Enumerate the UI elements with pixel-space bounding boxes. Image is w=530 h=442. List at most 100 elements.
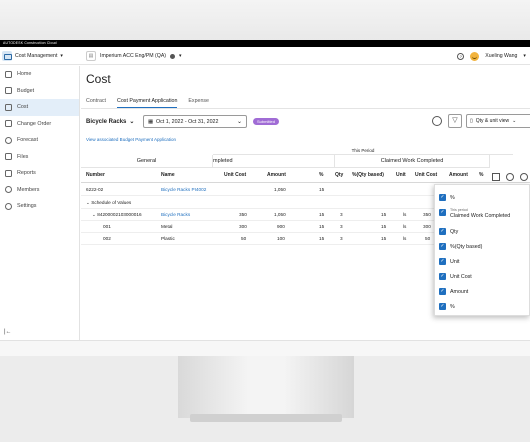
- contract-selector[interactable]: Bicycle Racks ⌄: [86, 115, 140, 128]
- check-circle-icon[interactable]: [506, 173, 514, 181]
- cost-icon: [5, 103, 12, 111]
- chevron-down-icon: ⌄: [512, 118, 517, 124]
- cell-percent: 15: [319, 187, 325, 192]
- settings-icon: [5, 202, 12, 210]
- tab-cost-payment-application[interactable]: Cost Payment Application: [117, 97, 178, 108]
- app-switcher-label: Cost Management: [15, 53, 58, 59]
- cell-qty: 3: [340, 236, 343, 241]
- budget-payment-link[interactable]: View associated Budget Payment Applicati…: [86, 137, 176, 142]
- checkbox-checked-icon[interactable]: ✓: [439, 194, 446, 201]
- sidebar-item-settings[interactable]: Settings: [0, 198, 79, 215]
- clock-icon[interactable]: [432, 116, 442, 126]
- column-header[interactable]: %: [479, 168, 483, 183]
- grid-actions: [492, 173, 528, 183]
- filter-button[interactable]: ▽: [448, 114, 462, 128]
- tab-expense[interactable]: Expense: [188, 97, 209, 108]
- tab-contract[interactable]: Contract: [86, 97, 106, 108]
- column-toggle-label: %(Qty based): [450, 243, 483, 250]
- checkbox-checked-icon[interactable]: ✓: [439, 243, 446, 250]
- calendar-icon: ▦: [148, 118, 154, 125]
- sidebar-item-home[interactable]: Home: [0, 66, 79, 83]
- monitor-stand-base: [190, 414, 342, 422]
- cell-number: ⌄ 84200002103000016: [92, 212, 142, 217]
- column-header[interactable]: Unit Cost: [415, 168, 437, 183]
- checkbox-checked-icon[interactable]: ✓: [439, 258, 446, 265]
- cell-name: Metal: [161, 224, 173, 229]
- column-toggle[interactable]: ✓ %(Qty based): [439, 241, 482, 252]
- cell-unit-cost: 350: [239, 212, 247, 217]
- status-badge: Submitted: [253, 118, 280, 125]
- checkbox-checked-icon[interactable]: ✓: [439, 288, 446, 295]
- cell-unit-cost: 350: [423, 212, 431, 217]
- cell-percent: 15: [319, 224, 325, 229]
- column-header[interactable]: %(Qty based): [352, 168, 384, 183]
- members-icon: [5, 186, 12, 194]
- column-toggle-label: Unit: [450, 258, 460, 265]
- checkbox-checked-icon[interactable]: ✓: [439, 273, 446, 280]
- sidebar-item-label: Change Order: [17, 120, 52, 127]
- column-header[interactable]: Unit: [396, 168, 406, 183]
- column-toggle[interactable]: ✓%: [439, 192, 455, 203]
- group-header-this-period: This Period: [213, 147, 513, 155]
- sidebar-item-label: Home: [17, 71, 32, 78]
- column-toggle[interactable]: ✓ Unit Cost: [439, 271, 472, 282]
- bookmark-icon: ▯: [470, 118, 473, 124]
- cell-group: ⌄ Schedule of Values: [86, 200, 132, 205]
- checkbox-checked-icon[interactable]: ✓: [439, 209, 446, 216]
- reports-icon: [5, 169, 12, 177]
- sidebar-item-change-order[interactable]: Change Order: [0, 116, 79, 133]
- app-switcher[interactable]: Cost Management ▾: [2, 49, 63, 63]
- comment-icon[interactable]: [492, 173, 500, 181]
- sidebar-item-label: Files: [17, 153, 29, 160]
- sidebar-item-budget[interactable]: Budget: [0, 83, 79, 100]
- project-selector[interactable]: ▤ Imperium ACC Eng/PM (QA) ▾: [86, 49, 182, 63]
- column-toggle[interactable]: ✓ Unit: [439, 256, 459, 267]
- column-toggle-label: Unit Cost: [450, 273, 472, 280]
- column-header[interactable]: Number: [86, 168, 105, 183]
- column-toggle-label: %: [450, 303, 455, 310]
- sidebar-item-label: Cost: [17, 104, 29, 111]
- column-header[interactable]: Name: [161, 168, 175, 183]
- column-toggle[interactable]: ✓ Amount: [439, 286, 468, 297]
- date-range-value: Oct 1, 2022 - Oct 31, 2022: [156, 118, 219, 125]
- column-header[interactable]: %: [319, 168, 323, 183]
- sidebar: Home Budget Cost Change Order Forecast F…: [0, 66, 80, 340]
- column-header[interactable]: Amount: [267, 168, 286, 183]
- filter-icon: ▽: [452, 117, 458, 124]
- app-icon: [2, 51, 12, 61]
- cell-name-link[interactable]: Bicycle Racks PI4002: [161, 184, 206, 196]
- column-toggle[interactable]: ✓ This period Claimed Work Completed: [439, 207, 510, 219]
- cell-amount: 100: [277, 236, 285, 241]
- column-toggle[interactable]: ✓ Qty: [439, 226, 458, 237]
- sidebar-item-forecast[interactable]: Forecast: [0, 132, 79, 149]
- page-title: Cost: [86, 72, 111, 86]
- chevron-down-icon: ▾: [523, 53, 526, 59]
- group-header-completed: mpleted: [213, 155, 335, 168]
- column-toggle[interactable]: ✓%: [439, 301, 455, 312]
- column-header[interactable]: Qty: [335, 168, 343, 183]
- user-name[interactable]: Xueling Wang: [485, 53, 517, 59]
- collapse-sidebar-icon[interactable]: |←: [4, 329, 12, 335]
- checkbox-checked-icon[interactable]: ✓: [439, 228, 446, 235]
- chevron-down-icon: ▾: [60, 53, 63, 59]
- sidebar-item-reports[interactable]: Reports: [0, 165, 79, 182]
- chevron-down-icon: ▾: [179, 53, 182, 59]
- forecast-icon: [5, 136, 12, 144]
- gear-icon[interactable]: [520, 173, 528, 181]
- help-icon[interactable]: ?: [457, 52, 465, 60]
- cell-qty: 3: [340, 224, 343, 229]
- column-header[interactable]: Unit Cost: [224, 168, 246, 183]
- cell-percent: 15: [319, 236, 325, 241]
- column-header[interactable]: Amount: [449, 168, 468, 183]
- sidebar-item-cost[interactable]: Cost: [0, 99, 79, 116]
- cell-pct-qty: 15: [381, 212, 387, 217]
- sidebar-item-files[interactable]: Files: [0, 149, 79, 166]
- sidebar-item-members[interactable]: Members: [0, 182, 79, 199]
- date-range-selector[interactable]: ▦ Oct 1, 2022 - Oct 31, 2022 ⌄: [143, 115, 247, 128]
- project-icon: ▤: [86, 51, 96, 61]
- cell-amount: 1,050: [274, 212, 286, 217]
- avatar[interactable]: [470, 51, 480, 61]
- checkbox-checked-icon[interactable]: ✓: [439, 303, 446, 310]
- cell-name-link[interactable]: Bicycle Racks: [161, 209, 190, 221]
- view-selector[interactable]: ▯ Qty & unit view ⌄: [466, 114, 530, 128]
